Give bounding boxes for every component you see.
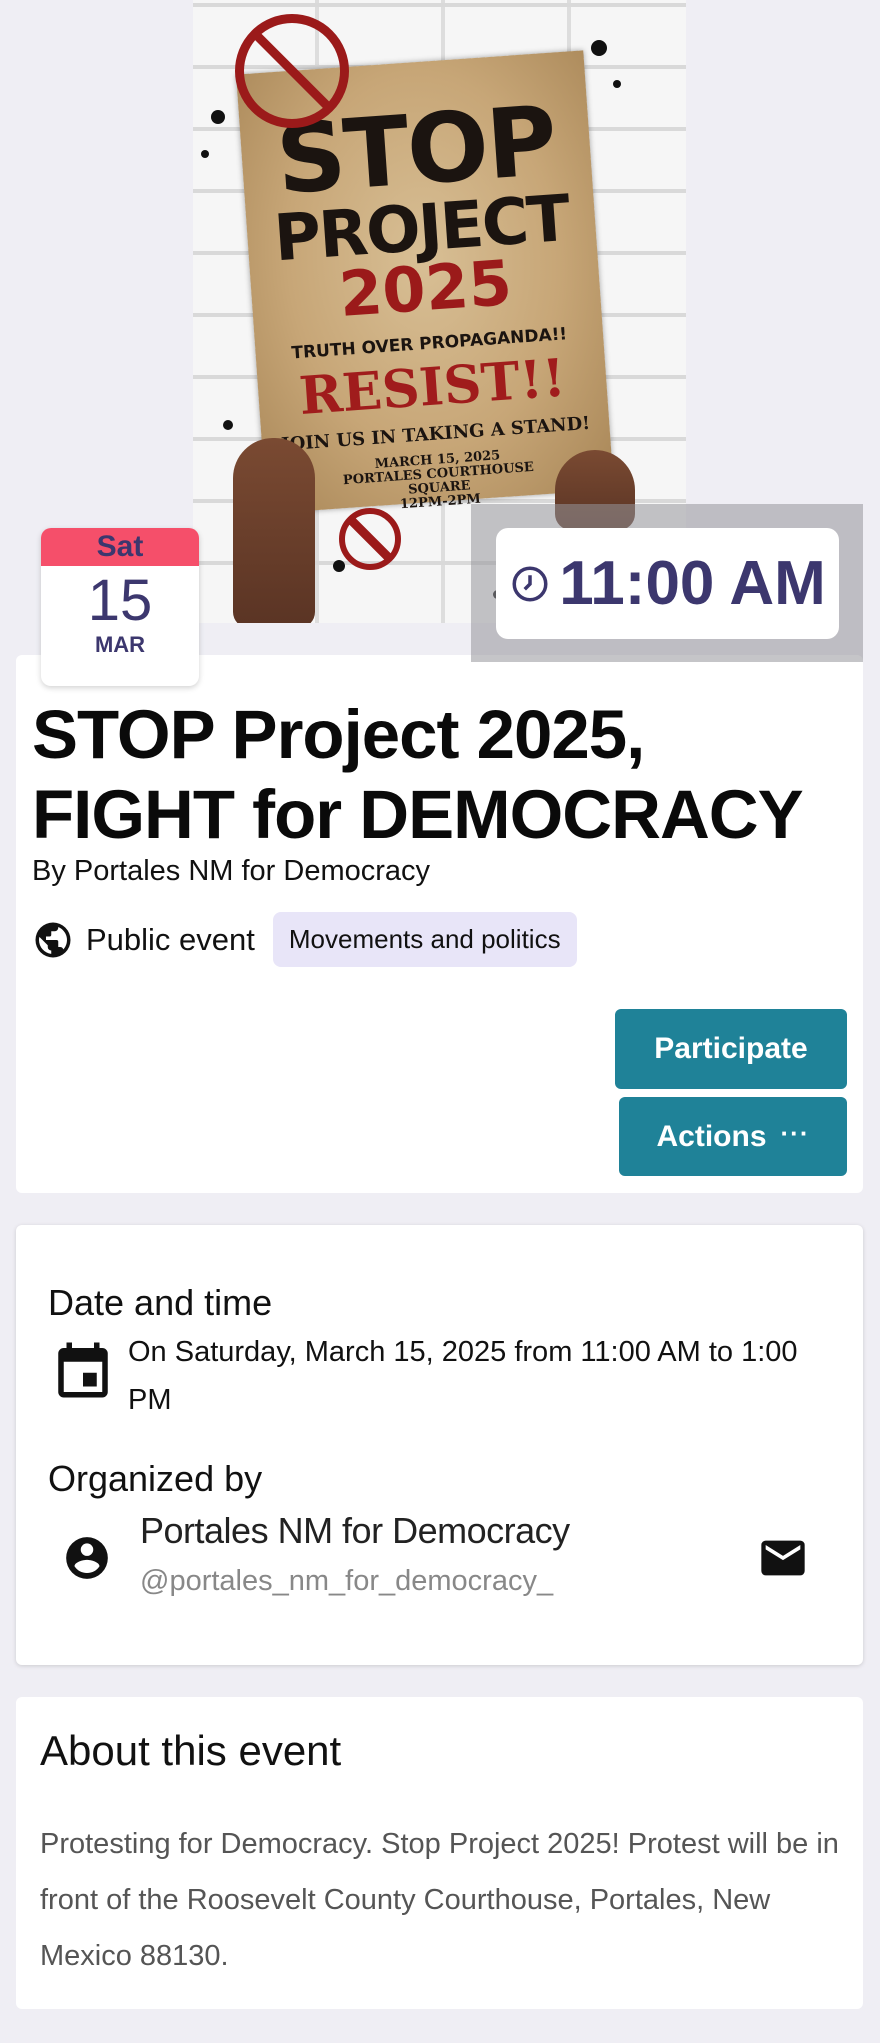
mail-icon[interactable] [757,1532,809,1584]
event-time: 11:00 AM [559,549,826,618]
account-circle-icon [62,1533,112,1583]
actions-button-label: Actions [656,1119,767,1153]
organized-by-heading: Organized by [48,1458,263,1499]
about-event-card: About this event Protesting for Democrac… [16,1697,863,2009]
participate-button[interactable]: Participate [615,1009,847,1089]
category-tag[interactable]: Movements and politics [272,912,577,967]
date-weekday: Sat [41,528,199,566]
event-meta-row: Public event Movements and politics [32,912,577,967]
event-title: STOP Project 2025, FIGHT for DEMOCRACY [32,696,804,853]
about-heading: About this event [40,1727,342,1774]
date-time-heading: Date and time [48,1282,273,1323]
calendar-icon [50,1337,116,1403]
event-date-text: On Saturday, March 15, 2025 from 11:00 A… [128,1336,798,1416]
event-time-badge: 11:00 AM [496,528,839,639]
visibility-label: Public event [86,921,255,957]
raised-fist [233,438,315,623]
clock-icon [509,563,551,605]
event-header-card: STOP Project 2025, FIGHT for DEMOCRACY B… [16,655,863,1193]
actions-button[interactable]: Actions ··· [619,1097,847,1176]
organizer-handle: @portales_nm_for_democracy_ [140,1565,554,1597]
time-overlay: 11:00 AM [471,504,863,662]
participate-button-label: Participate [654,1032,808,1065]
date-day: 15 [87,568,153,633]
date-month: MAR [94,632,146,657]
prohibition-sign-icon [235,14,349,128]
event-date-card: Sat 15 MAR [41,528,199,686]
event-details-card: Date and time On Saturday, March 15, 202… [16,1225,863,1665]
event-organizer-byline: By Portales NM for Democracy [32,855,431,887]
more-dots-icon: ··· [780,1117,810,1148]
organizer-name[interactable]: Portales NM for Democracy [140,1510,570,1552]
globe-icon [32,919,74,961]
prohibition-sign-icon [339,508,401,570]
about-description: Protesting for Democracy. Stop Project 2… [40,1828,839,1972]
